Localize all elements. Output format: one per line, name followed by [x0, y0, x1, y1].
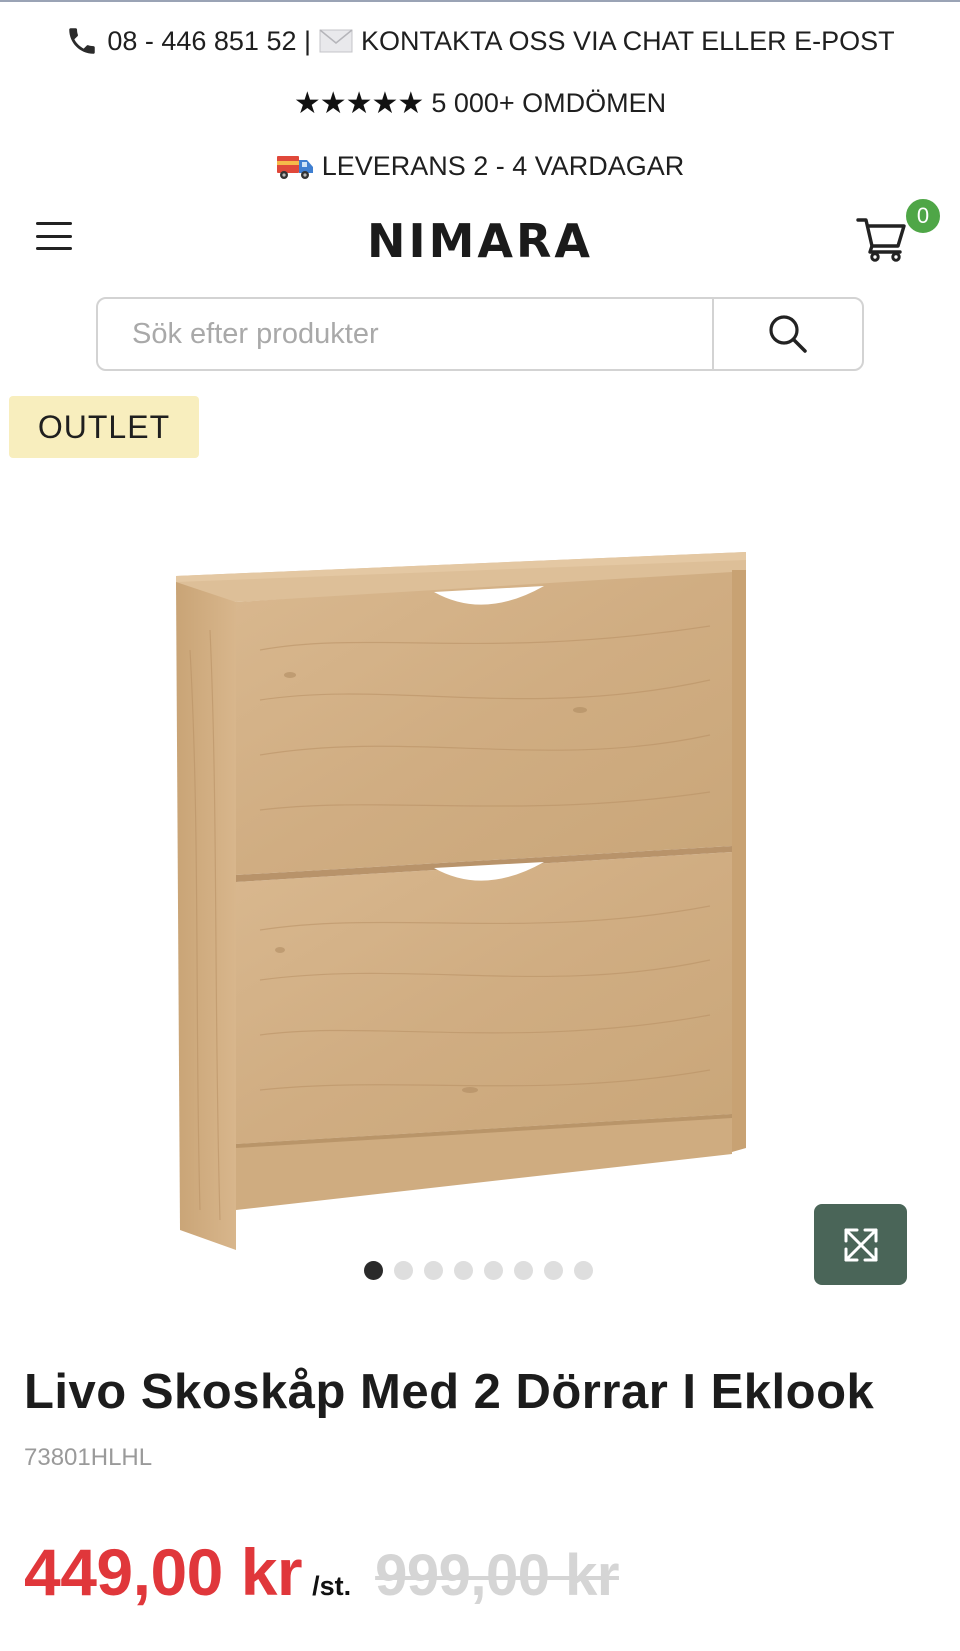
- search-button[interactable]: [712, 299, 862, 369]
- gallery-dot[interactable]: [454, 1261, 473, 1280]
- search-icon: [769, 315, 807, 353]
- gallery-dot[interactable]: [514, 1261, 533, 1280]
- delivery-text: LEVERANS 2 - 4 VARDAGAR: [321, 150, 685, 181]
- gallery-pagination: [364, 1261, 593, 1280]
- delivery-truck-icon: [276, 151, 314, 181]
- product-title: Livo Skoskåp Med 2 Dörrar I Eklook: [24, 1365, 875, 1419]
- contact-bar: 08 - 446 851 52 | KONTAKTA OSS VIA CHAT …: [0, 20, 960, 62]
- gallery-dot[interactable]: [574, 1261, 593, 1280]
- gallery-dot[interactable]: [424, 1261, 443, 1280]
- fullscreen-expand-icon[interactable]: [814, 1204, 907, 1285]
- outlet-badge: OUTLET: [9, 396, 199, 458]
- cart-icon[interactable]: [856, 214, 912, 264]
- gallery-dot[interactable]: [394, 1261, 413, 1280]
- search-bar: [96, 297, 864, 371]
- delivery-bar: LEVERANS 2 - 4 VARDAGAR: [0, 145, 960, 187]
- site-header: NIMARA: [0, 200, 960, 280]
- envelope-icon: [319, 29, 353, 53]
- rating-stars: ★★★★★: [293, 86, 424, 120]
- reviews-bar: ★★★★★ 5 000+ OMDÖMEN: [0, 82, 960, 124]
- phone-icon[interactable]: [65, 24, 99, 58]
- price-unit: /st.: [312, 1571, 352, 1601]
- search-input[interactable]: [98, 299, 712, 369]
- top-divider: [0, 0, 960, 2]
- site-logo[interactable]: NIMARA: [0, 214, 960, 268]
- cart-count-badge[interactable]: 0: [904, 197, 942, 235]
- product-image[interactable]: [170, 530, 800, 1250]
- gallery-dot[interactable]: [544, 1261, 563, 1280]
- product-sku: 73801HLHL: [24, 1444, 153, 1471]
- contact-link[interactable]: KONTAKTA OSS VIA CHAT ELLER E-POST: [361, 26, 895, 57]
- gallery-dot[interactable]: [484, 1261, 503, 1280]
- phone-number[interactable]: 08 - 446 851 52 |: [107, 26, 311, 57]
- current-price: 449,00 kr: [24, 1535, 303, 1609]
- original-price: 999,00 kr: [375, 1543, 619, 1608]
- reviews-count[interactable]: 5 000+ OMDÖMEN: [431, 88, 666, 119]
- gallery-dot[interactable]: [364, 1261, 383, 1280]
- price-row: 449,00 kr /st. 999,00 kr: [24, 1534, 619, 1610]
